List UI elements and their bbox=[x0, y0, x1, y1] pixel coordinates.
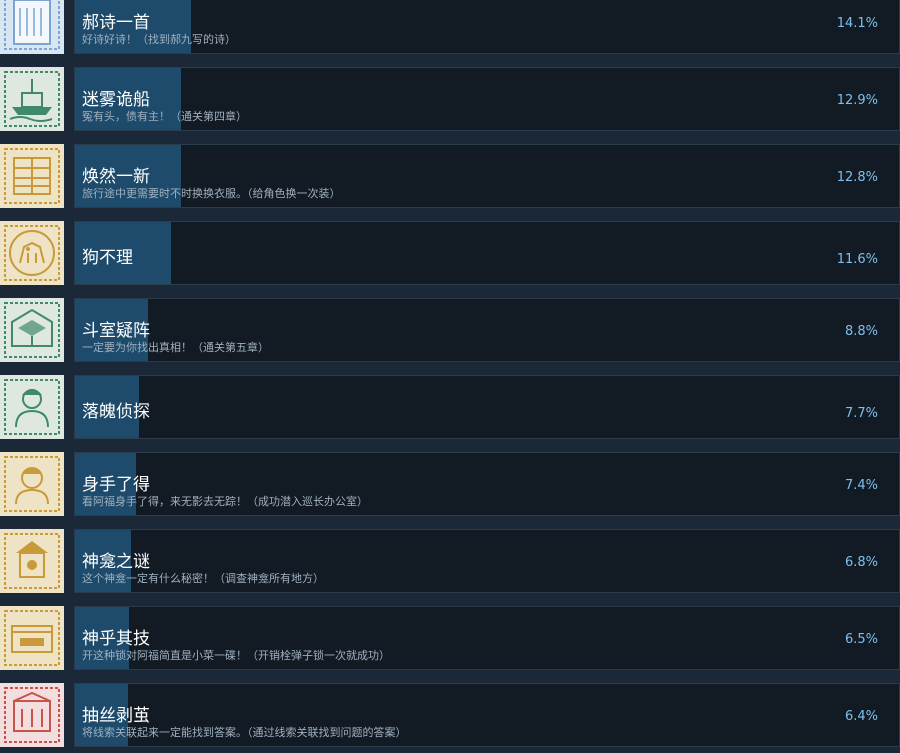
achievement-panel: 神乎其技 开这种锁对阿福简直是小菜一碟！（开销栓弹子锁一次就成功） 6.5% bbox=[74, 606, 900, 670]
achievement-panel: 郝诗一首 好诗好诗！（找到郝九写的诗） 14.1% bbox=[74, 0, 900, 54]
portrait-icon bbox=[0, 452, 64, 516]
achievement-row: 斗室疑阵 一定要为你找出真相！（通关第五章） 8.8% bbox=[0, 298, 900, 368]
achievement-description: 看阿福身手了得，来无影去无踪！（成功潜入巡长办公室） bbox=[82, 495, 368, 508]
achievement-description: 冤有头，债有主！（通关第四章） bbox=[82, 110, 247, 123]
achievement-row: 狗不理 11.6% bbox=[0, 221, 900, 291]
ship-icon bbox=[0, 67, 64, 131]
achievement-title: 神龛之谜 bbox=[82, 552, 150, 572]
achievement-row: 郝诗一首 好诗好诗！（找到郝九写的诗） 14.1% bbox=[0, 0, 900, 60]
achievement-description: 一定要为你找出真相！（通关第五章） bbox=[82, 341, 269, 354]
unlock-percent: 11.6% bbox=[836, 252, 878, 267]
shrine-icon bbox=[0, 529, 64, 593]
unlock-percent: 14.1% bbox=[836, 16, 878, 31]
achievement-row: 神乎其技 开这种锁对阿福简直是小菜一碟！（开销栓弹子锁一次就成功） 6.5% bbox=[0, 606, 900, 676]
achievement-row: 落魄侦探 7.7% bbox=[0, 375, 900, 445]
achievement-panel: 斗室疑阵 一定要为你找出真相！（通关第五章） 8.8% bbox=[74, 298, 900, 362]
achievement-title: 斗室疑阵 bbox=[82, 321, 150, 341]
achievement-panel: 抽丝剥茧 将线索关联起来一定能找到答案。（通过线索关联找到问题的答案） 6.4% bbox=[74, 683, 900, 747]
room-icon bbox=[0, 298, 64, 362]
achievement-row: 身手了得 看阿福身手了得，来无影去无踪！（成功潜入巡长办公室） 7.4% bbox=[0, 452, 900, 522]
lock-box-icon bbox=[0, 606, 64, 670]
achievement-panel: 狗不理 11.6% bbox=[74, 221, 900, 285]
achievement-title: 迷雾诡船 bbox=[82, 90, 150, 110]
achievement-title: 狗不理 bbox=[82, 248, 133, 268]
wardrobe-icon bbox=[0, 144, 64, 208]
achievement-list: 郝诗一首 好诗好诗！（找到郝九写的诗） 14.1% 迷雾诡船 冤有头，债有主！（通关第… bbox=[0, 0, 900, 753]
achievement-title: 焕然一新 bbox=[82, 167, 150, 187]
achievement-title: 身手了得 bbox=[82, 475, 150, 495]
achievement-description: 这个神龛一定有什么秘密！（调查神龛所有地方） bbox=[82, 572, 324, 585]
building-icon bbox=[0, 683, 64, 747]
achievement-row: 神龛之谜 这个神龛一定有什么秘密！（调查神龛所有地方） 6.8% bbox=[0, 529, 900, 599]
achievement-panel: 迷雾诡船 冤有头，债有主！（通关第四章） 12.9% bbox=[74, 67, 900, 131]
achievement-title: 抽丝剥茧 bbox=[82, 706, 150, 726]
unlock-percent: 8.8% bbox=[844, 324, 878, 339]
unlock-percent: 12.9% bbox=[836, 93, 878, 108]
achievement-description: 开这种锁对阿福简直是小菜一碟！（开销栓弹子锁一次就成功） bbox=[82, 649, 390, 662]
dog-icon bbox=[0, 221, 64, 285]
unlock-percent: 6.8% bbox=[844, 555, 878, 570]
achievement-description: 好诗好诗！（找到郝九写的诗） bbox=[82, 33, 236, 46]
achievement-description: 将线索关联起来一定能找到答案。（通过线索关联找到问题的答案） bbox=[82, 726, 407, 739]
achievement-panel: 身手了得 看阿福身手了得，来无影去无踪！（成功潜入巡长办公室） 7.4% bbox=[74, 452, 900, 516]
unlock-percent: 7.4% bbox=[844, 478, 878, 493]
achievement-row: 迷雾诡船 冤有头，债有主！（通关第四章） 12.9% bbox=[0, 67, 900, 137]
achievement-title: 落魄侦探 bbox=[82, 402, 150, 422]
detective-icon bbox=[0, 375, 64, 439]
achievement-panel: 神龛之谜 这个神龛一定有什么秘密！（调查神龛所有地方） 6.8% bbox=[74, 529, 900, 593]
achievement-title: 郝诗一首 bbox=[82, 13, 150, 33]
unlock-percent: 12.8% bbox=[836, 170, 878, 185]
achievement-row: 抽丝剥茧 将线索关联起来一定能找到答案。（通过线索关联找到问题的答案） 6.4% bbox=[0, 683, 900, 753]
achievement-row: 焕然一新 旅行途中更需要时不时换换衣服。（给角色换一次装） 12.8% bbox=[0, 144, 900, 214]
unlock-percent: 6.5% bbox=[844, 632, 878, 647]
unlock-percent: 6.4% bbox=[844, 709, 878, 724]
achievement-title: 神乎其技 bbox=[82, 629, 150, 649]
achievement-panel: 落魄侦探 7.7% bbox=[74, 375, 900, 439]
achievement-description: 旅行途中更需要时不时换换衣服。（给角色换一次装） bbox=[82, 187, 341, 200]
unlock-percent: 7.7% bbox=[844, 406, 878, 421]
achievement-panel: 焕然一新 旅行途中更需要时不时换换衣服。（给角色换一次装） 12.8% bbox=[74, 144, 900, 208]
poem-scroll-icon bbox=[0, 0, 64, 54]
